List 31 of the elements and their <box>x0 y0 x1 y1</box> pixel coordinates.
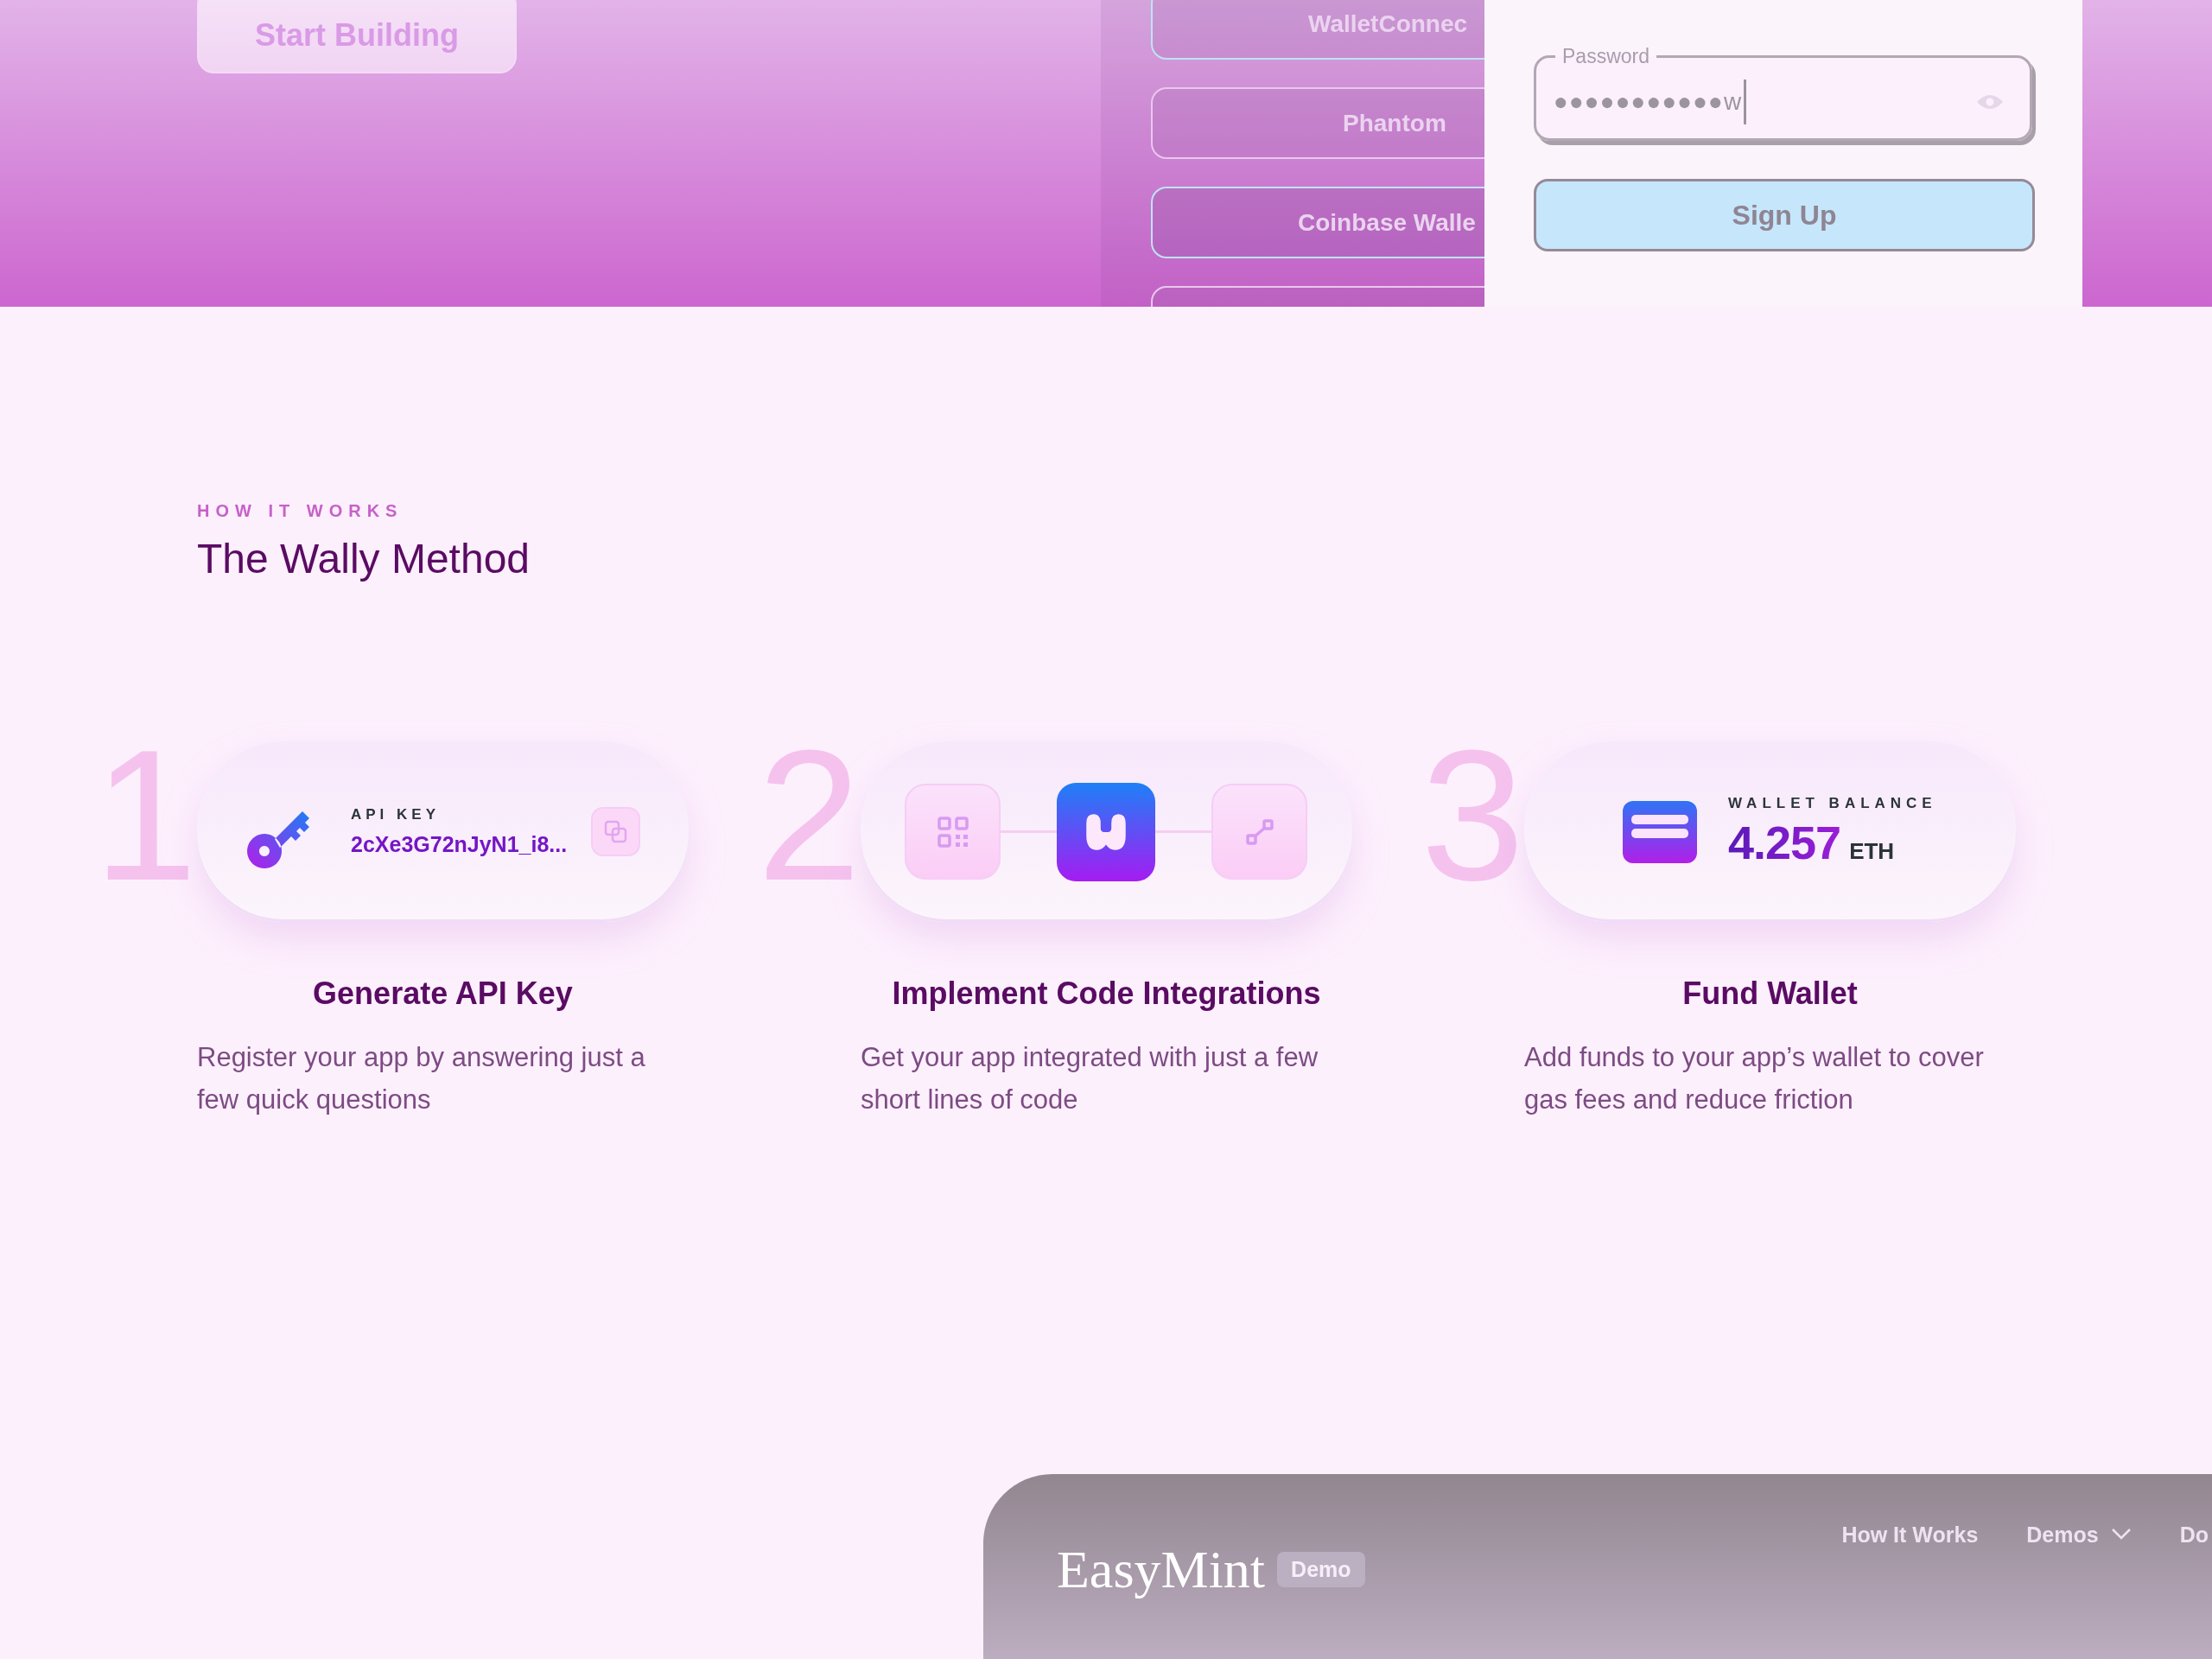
step-title: Generate API Key <box>312 976 574 1012</box>
currency-unit: ETH <box>1849 837 1895 865</box>
start-building-button[interactable]: Start Building <box>197 0 517 73</box>
section-eyebrow: HOW IT WORKS <box>197 501 404 521</box>
text-cursor <box>1744 79 1747 124</box>
nav-link[interactable]: Do <box>2179 1522 2209 1659</box>
api-key-label: API KEY <box>351 806 442 823</box>
wallet-button[interactable]: Coinbase Walle <box>1151 187 1484 258</box>
app-logo-icon <box>1057 782 1155 881</box>
wallet-icon <box>1623 800 1697 863</box>
section-title: The Wally Method <box>197 535 531 582</box>
logo[interactable]: EasyMint <box>1057 1538 1266 1600</box>
sign-up-button[interactable]: Sign Up <box>1534 179 2035 251</box>
demo-badge: Demo <box>1277 1551 1365 1587</box>
step-description: Add funds to your app’s wallet to cover gas fees and reduce friction <box>1524 1041 1985 1116</box>
password-value: ●●●●●●●●●●●w <box>1554 88 1743 116</box>
copy-icon <box>602 818 629 845</box>
copy-button[interactable] <box>591 807 640 856</box>
step-title: Implement Code Integrations <box>891 976 1322 1012</box>
chevron-down-icon <box>2110 1528 2132 1540</box>
nav-dropdown[interactable]: Demos <box>2026 1522 2132 1659</box>
step-description: Get your app integrated with just a few short lines of code <box>861 1041 1319 1116</box>
field-label: Password <box>1561 45 1650 67</box>
step-description: Register your app by answering just a few quick questions <box>197 1041 646 1116</box>
wallet-button[interactable]: WalletConnec <box>1151 0 1484 60</box>
eye-icon[interactable] <box>1976 93 2004 111</box>
api-key-value: 2cXe3G72nJyN1_i8... <box>351 832 569 857</box>
nav-link[interactable]: How It Works <box>1841 1522 1979 1659</box>
wallet-button[interactable]: Phantom <box>1151 87 1484 159</box>
balance-label: WALLET BALANCE <box>1728 794 1937 812</box>
step-title: Fund Wallet <box>1681 976 1859 1012</box>
